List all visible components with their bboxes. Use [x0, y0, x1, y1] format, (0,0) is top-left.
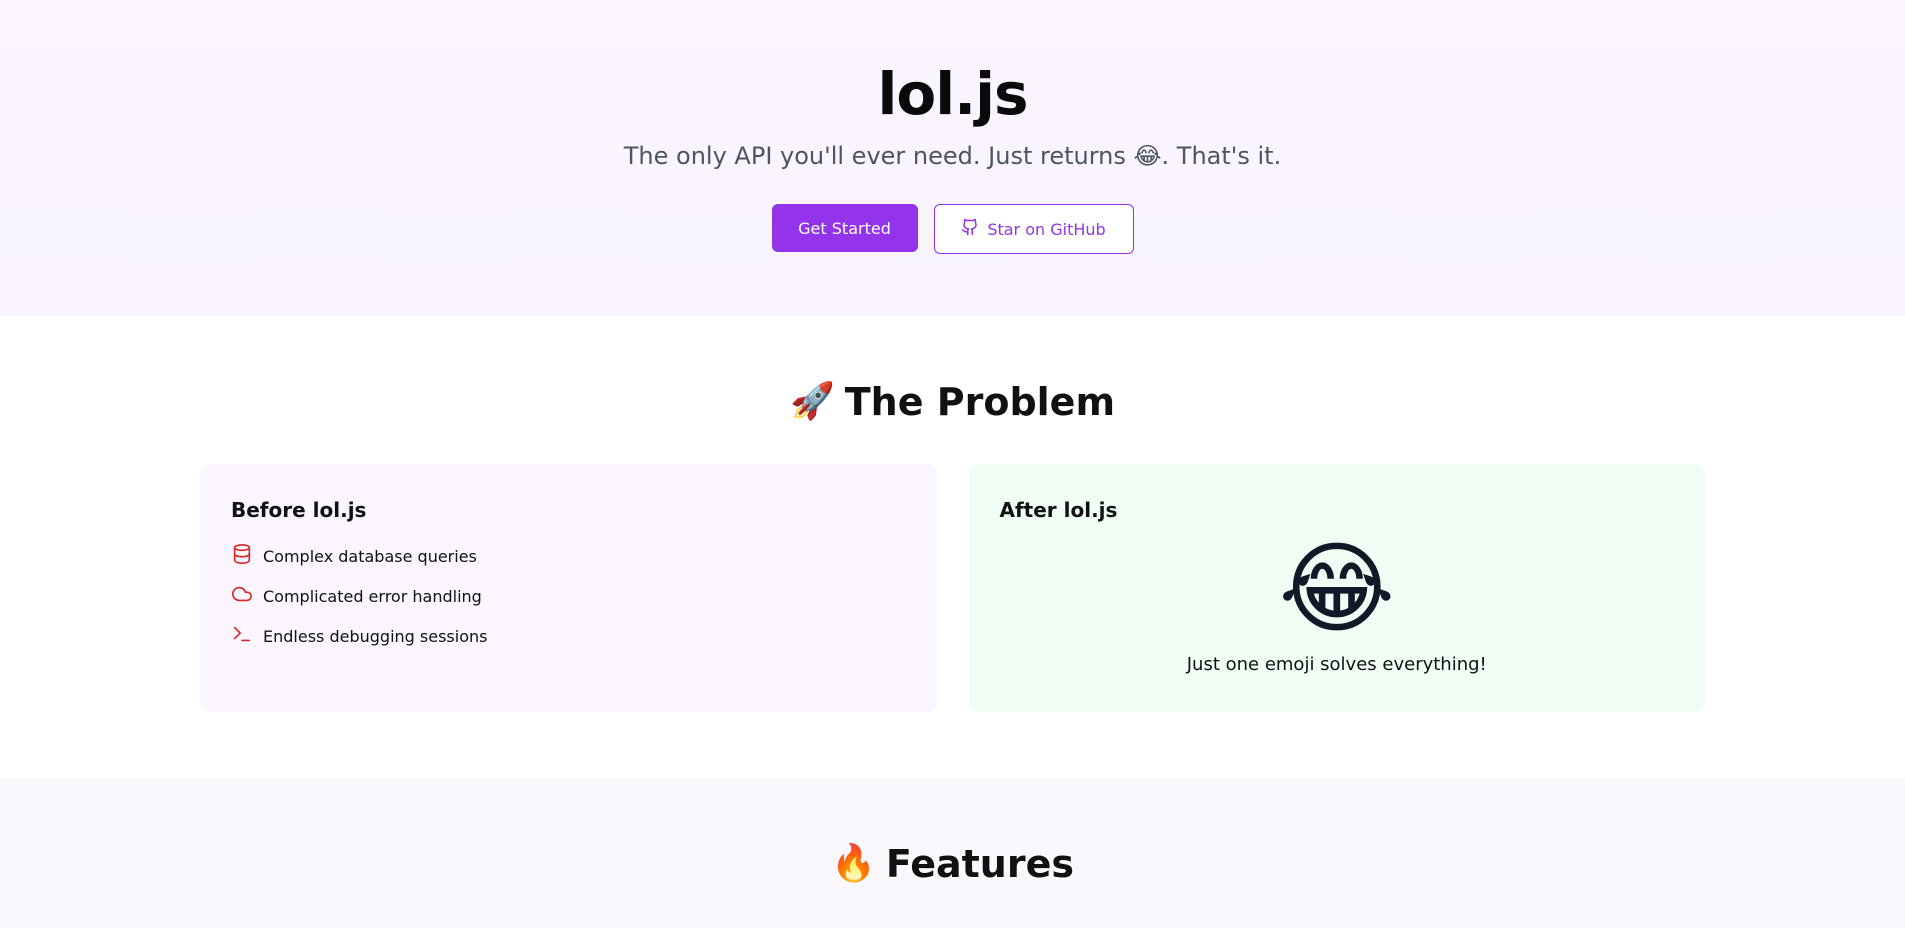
after-card-title: After lol.js — [999, 498, 1118, 522]
after-body: 😂 Just one emoji solves everything! — [1000, 524, 1675, 675]
get-started-button[interactable]: Get Started — [771, 204, 918, 252]
features-heading: 🔥 Features — [0, 840, 1905, 888]
list-item-label: Complicated error handling — [263, 586, 482, 606]
terminal-icon — [231, 623, 253, 649]
fire-icon: 🔥 — [830, 843, 876, 884]
hero-subtitle: The only API you'll ever need. Just retu… — [623, 142, 1282, 170]
features-section: 🔥 Features — [0, 778, 1905, 928]
list-item-label: Endless debugging sessions — [263, 626, 488, 646]
problem-title: The Problem — [844, 380, 1116, 424]
before-list: Complex database queries Complicated err… — [231, 536, 906, 656]
after-caption: Just one emoji solves everything! — [1186, 654, 1487, 675]
star-on-github-label: Star on GitHub — [987, 219, 1106, 239]
rocket-icon: 🚀 — [789, 381, 835, 422]
after-card: After lol.js 😂 Just one emoji solves eve… — [968, 464, 1705, 712]
problem-heading: 🚀 The Problem — [0, 378, 1905, 426]
features-title: Features — [885, 842, 1074, 886]
problem-section: 🚀 The Problem Before lol.js Complex data… — [0, 316, 1905, 778]
problem-cards: Before lol.js Complex database queries C… — [200, 464, 1705, 712]
get-started-label: Get Started — [798, 218, 891, 238]
hero-title: lol.js — [877, 60, 1028, 128]
list-item-label: Complex database queries — [263, 546, 477, 566]
database-icon — [231, 543, 253, 569]
before-card: Before lol.js Complex database queries C… — [200, 464, 937, 712]
hero-actions: Get Started Star on GitHub — [0, 204, 1905, 254]
github-icon — [961, 218, 979, 240]
cloud-icon — [231, 583, 253, 609]
star-on-github-button[interactable]: Star on GitHub — [933, 204, 1134, 254]
list-item: Complicated error handling — [231, 576, 906, 616]
hero-section: lol.js The only API you'll ever need. Ju… — [0, 0, 1905, 316]
list-item: Endless debugging sessions — [231, 616, 906, 656]
before-card-title: Before lol.js — [231, 498, 367, 522]
laughing-emoji-icon: 😂 — [1278, 530, 1396, 647]
list-item: Complex database queries — [231, 536, 906, 576]
